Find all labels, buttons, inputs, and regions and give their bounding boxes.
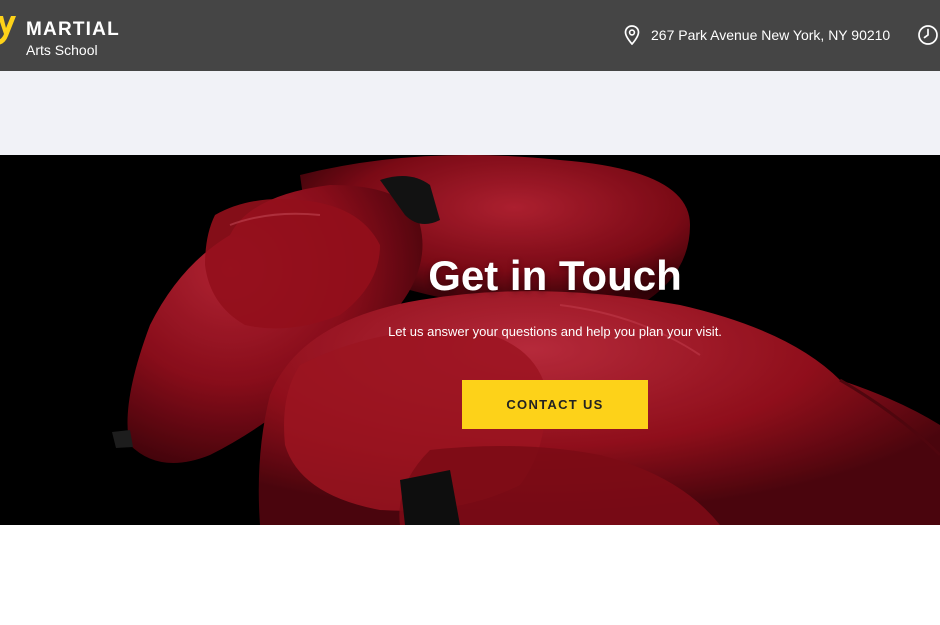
logo-mark-icon[interactable] [0, 12, 18, 48]
logo-title: MARTIAL [26, 19, 120, 40]
hero-subtitle: Let us answer your questions and help yo… [388, 324, 722, 339]
site-header: MARTIAL Arts School 267 Park Avenue New … [0, 0, 940, 71]
content-area [0, 525, 940, 625]
header-spacer-band [0, 71, 940, 155]
address-text: 267 Park Avenue New York, NY 90210 [651, 27, 891, 43]
map-pin-icon [624, 25, 640, 45]
address-info: 267 Park Avenue New York, NY 90210 [624, 24, 890, 46]
clock-icon [918, 25, 938, 45]
hero-section: Get in Touch Let us answer your question… [0, 155, 940, 525]
logo-subtitle: Arts School [26, 42, 98, 58]
contact-us-button[interactable]: CONTACT US [462, 380, 648, 429]
hero-title: Get in Touch [428, 252, 682, 299]
logo[interactable]: MARTIAL Arts School [26, 19, 120, 58]
